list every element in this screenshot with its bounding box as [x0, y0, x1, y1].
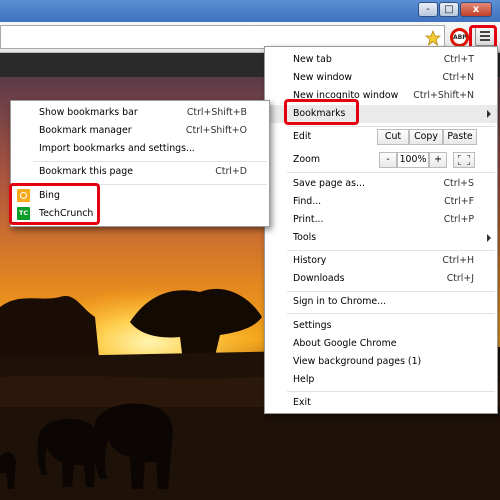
- menu-divider: [287, 250, 495, 251]
- menu-item-label: About Google Chrome: [293, 338, 397, 349]
- copy-button[interactable]: Copy: [409, 129, 443, 145]
- menu-divider: [287, 172, 495, 173]
- menu-item-shortcut: Ctrl+D: [215, 166, 247, 177]
- menu-item-label: Bookmark manager: [39, 125, 132, 136]
- close-button[interactable]: x: [460, 2, 492, 17]
- fullscreen-button[interactable]: [453, 152, 475, 168]
- menu-item-label: Settings: [293, 320, 332, 331]
- hamburger-menu-icon: [480, 31, 490, 33]
- menu-item-downloads[interactable]: Downloads Ctrl+J: [265, 270, 497, 288]
- menu-item-about[interactable]: About Google Chrome: [265, 335, 497, 353]
- menu-item-label: Zoom: [293, 154, 321, 165]
- menu-item-label: Exit: [293, 397, 311, 408]
- menu-item-zoom: Zoom - 100% +: [265, 151, 497, 169]
- menu-item-save-page[interactable]: Save page as... Ctrl+S: [265, 175, 497, 193]
- bing-favicon: [17, 189, 30, 202]
- menu-item-label: View background pages (1): [293, 356, 422, 367]
- menu-item-shortcut: Ctrl+H: [442, 255, 474, 266]
- menu-item-label: Tools: [293, 232, 317, 243]
- menu-divider: [287, 126, 495, 127]
- menu-divider: [287, 391, 495, 392]
- menu-item-label: Edit: [293, 131, 312, 142]
- bookmark-item-techcrunch[interactable]: TC TechCrunch: [11, 205, 269, 223]
- title-bar: - □ x: [0, 0, 500, 22]
- menu-item-shortcut: Ctrl+F: [444, 196, 474, 207]
- star-icon[interactable]: [425, 30, 441, 46]
- fullscreen-icon: [457, 154, 471, 166]
- cut-button[interactable]: Cut: [377, 129, 409, 145]
- bookmarks-submenu: Show bookmarks bar Ctrl+Shift+B Bookmark…: [10, 100, 270, 227]
- menu-item-import-bookmarks[interactable]: Import bookmarks and settings...: [11, 140, 269, 158]
- menu-item-label: Import bookmarks and settings...: [39, 143, 195, 154]
- menu-item-label: Show bookmarks bar: [39, 107, 138, 118]
- maximize-button[interactable]: □: [439, 2, 459, 17]
- zoom-level: 100%: [397, 152, 429, 168]
- minimize-button[interactable]: -: [418, 2, 438, 17]
- menu-item-shortcut: Ctrl+S: [443, 178, 475, 189]
- menu-item-new-incognito-window[interactable]: New incognito window Ctrl+Shift+N: [265, 87, 497, 105]
- bookmark-label: TechCrunch: [39, 208, 94, 219]
- menu-item-shortcut: Ctrl+T: [443, 54, 474, 65]
- menu-item-label: Help: [293, 374, 315, 385]
- menu-divider: [287, 291, 495, 292]
- menu-item-background-pages[interactable]: View background pages (1): [265, 353, 497, 371]
- menu-item-label: Downloads: [293, 273, 345, 284]
- menu-item-new-window[interactable]: New window Ctrl+N: [265, 69, 497, 87]
- menu-item-find[interactable]: Find... Ctrl+F: [265, 193, 497, 211]
- menu-item-edit: Edit Cut Copy Paste: [265, 128, 497, 146]
- menu-item-shortcut: Ctrl+J: [446, 273, 474, 284]
- menu-item-label: Find...: [293, 196, 322, 207]
- menu-item-label: New incognito window: [293, 90, 399, 101]
- menu-item-label: Bookmarks: [293, 108, 346, 119]
- menu-item-bookmark-manager[interactable]: Bookmark manager Ctrl+Shift+O: [11, 122, 269, 140]
- menu-divider: [33, 184, 267, 185]
- menu-item-print[interactable]: Print... Ctrl+P: [265, 211, 497, 229]
- menu-item-bookmark-this-page[interactable]: Bookmark this page Ctrl+D: [11, 163, 269, 181]
- submenu-arrow-icon: [487, 110, 491, 118]
- zoom-out-button[interactable]: -: [379, 152, 397, 168]
- menu-item-label: Print...: [293, 214, 324, 225]
- menu-divider: [287, 313, 495, 314]
- menu-item-label: Save page as...: [293, 178, 365, 189]
- bookmark-label: Bing: [39, 190, 60, 201]
- menu-item-shortcut: Ctrl+Shift+N: [413, 90, 474, 101]
- menu-item-shortcut: Ctrl+Shift+O: [185, 125, 247, 136]
- menu-item-label: Sign in to Chrome...: [293, 296, 387, 307]
- adblock-extension-icon[interactable]: ABP: [450, 28, 469, 47]
- menu-item-shortcut: Ctrl+Shift+B: [186, 107, 247, 118]
- menu-item-shortcut: Ctrl+P: [443, 214, 474, 225]
- menu-item-bookmarks[interactable]: Bookmarks: [265, 105, 497, 123]
- menu-item-new-tab[interactable]: New tab Ctrl+T: [265, 51, 497, 69]
- zoom-in-button[interactable]: +: [429, 152, 447, 168]
- menu-item-show-bookmarks-bar[interactable]: Show bookmarks bar Ctrl+Shift+B: [11, 104, 269, 122]
- menu-item-exit[interactable]: Exit: [265, 394, 497, 412]
- chrome-main-menu: New tab Ctrl+T New window Ctrl+N New inc…: [264, 46, 498, 414]
- menu-item-tools[interactable]: Tools: [265, 229, 497, 247]
- paste-button[interactable]: Paste: [443, 129, 477, 145]
- menu-divider: [33, 161, 267, 162]
- bookmark-item-bing[interactable]: Bing: [11, 187, 269, 205]
- menu-item-help[interactable]: Help: [265, 371, 497, 389]
- menu-item-label: New tab: [293, 54, 332, 65]
- menu-item-label: Bookmark this page: [39, 166, 133, 177]
- menu-item-history[interactable]: History Ctrl+H: [265, 252, 497, 270]
- menu-item-shortcut: Ctrl+N: [442, 72, 474, 83]
- menu-item-settings[interactable]: Settings: [265, 317, 497, 335]
- chrome-menu-button[interactable]: [475, 26, 495, 46]
- techcrunch-favicon: TC: [17, 207, 30, 220]
- menu-item-label: New window: [293, 72, 352, 83]
- menu-item-sign-in[interactable]: Sign in to Chrome...: [265, 293, 497, 311]
- window-controls: - □ x: [418, 2, 492, 17]
- submenu-arrow-icon: [487, 234, 491, 242]
- menu-item-label: History: [293, 255, 327, 266]
